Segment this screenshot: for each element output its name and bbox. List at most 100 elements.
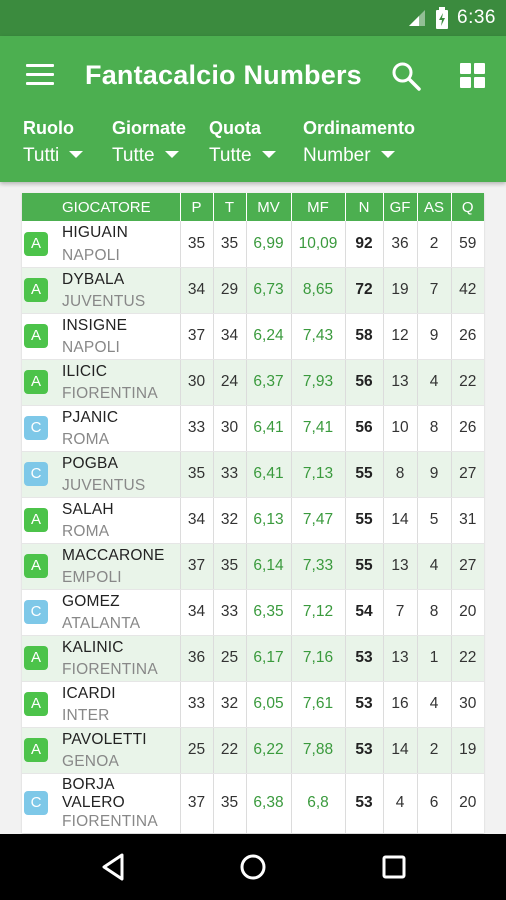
stat-mv: 6,73	[245, 267, 291, 314]
role-badge: A	[24, 646, 48, 670]
role-badge: A	[24, 370, 48, 394]
back-icon[interactable]	[98, 851, 130, 883]
table-row[interactable]: A INSIGNE NAPOLI 37 34 6,24 7,43 58 12 9 26	[22, 313, 484, 360]
stat-as: 2	[416, 727, 451, 774]
table-row[interactable]: A ICARDI INTER 33 32 6,05 7,61 53 16 4 30	[22, 681, 484, 728]
table-row[interactable]: A MACCARONE EMPOLI 37 35 6,14 7,33 55 13 4 27	[22, 543, 484, 590]
search-icon[interactable]	[390, 60, 422, 92]
stat-p: 33	[179, 681, 213, 728]
stat-as: 5	[416, 497, 451, 544]
stat-p: 37	[179, 543, 213, 590]
table-header: GIOCATORE P T MV MF N GF AS Q	[22, 193, 484, 221]
stat-mf: 7,47	[290, 497, 345, 544]
recents-icon[interactable]	[378, 851, 410, 883]
stat-q: 19	[450, 727, 484, 774]
grid-view-icon[interactable]	[460, 63, 486, 89]
home-icon[interactable]	[237, 851, 269, 883]
player-cell: A HIGUAIN NAPOLI	[22, 221, 180, 268]
filter-quota-label: Quota	[209, 118, 261, 138]
stat-mv: 6,13	[245, 497, 291, 544]
column-header-giocatore[interactable]: GIOCATORE	[22, 193, 180, 221]
role-badge: C	[24, 600, 48, 624]
stat-mf: 7,16	[290, 635, 345, 682]
filter-ordinamento[interactable]: Ordinamento Number	[303, 118, 415, 167]
column-header-q[interactable]: Q	[450, 193, 484, 221]
signal-icon	[409, 10, 426, 26]
role-badge: A	[24, 554, 48, 578]
player-name: ILICIC	[62, 362, 108, 380]
stat-mf: 7,41	[290, 405, 345, 452]
column-header-p[interactable]: P	[179, 193, 213, 221]
table-row[interactable]: A HIGUAIN NAPOLI 35 35 6,99 10,09 92 36 2 59	[22, 221, 484, 268]
stat-n: 92	[344, 221, 383, 268]
player-cell: A DYBALA JUVENTUS	[22, 267, 180, 314]
stat-n: 53	[344, 773, 383, 833]
stat-p: 35	[179, 221, 213, 268]
table-body: A HIGUAIN NAPOLI 35 35 6,99 10,09 92 36 2 59 A DYBAL…	[22, 221, 484, 833]
stat-mv: 6,41	[245, 451, 291, 498]
stat-mv: 6,17	[245, 635, 291, 682]
player-name: PAVOLETTI	[62, 730, 147, 748]
status-time: 6:36	[457, 7, 496, 28]
column-header-as[interactable]: AS	[416, 193, 451, 221]
stat-as: 7	[416, 267, 451, 314]
table-row[interactable]: A ILICIC FIORENTINA 30 24 6,37 7,93 56 13 4 22	[22, 359, 484, 406]
hamburger-menu-icon[interactable]	[26, 64, 54, 86]
stat-mv: 6,38	[245, 773, 291, 833]
stat-p: 34	[179, 589, 213, 636]
stat-t: 32	[212, 497, 246, 544]
stat-q: 27	[450, 451, 484, 498]
stat-as: 8	[416, 405, 451, 452]
filter-ruolo[interactable]: Ruolo Tutti	[23, 118, 84, 167]
table-row[interactable]: A SALAH ROMA 34 32 6,13 7,47 55 14 5 31	[22, 497, 484, 544]
stat-q: 22	[450, 635, 484, 682]
dropdown-caret-icon	[69, 151, 84, 159]
stat-p: 37	[179, 773, 213, 833]
filter-ruolo-label: Ruolo	[23, 118, 74, 138]
table-row[interactable]: C GOMEZ ATALANTA 34 33 6,35 7,12 54 7 8 20	[22, 589, 484, 636]
role-badge: A	[24, 278, 48, 302]
stat-n: 55	[344, 451, 383, 498]
table-row[interactable]: C PJANIC ROMA 33 30 6,41 7,41 56 10 8 26	[22, 405, 484, 452]
column-header-n[interactable]: N	[344, 193, 383, 221]
stat-n: 72	[344, 267, 383, 314]
role-badge: A	[24, 508, 48, 532]
stat-gf: 16	[382, 681, 417, 728]
stat-n: 55	[344, 497, 383, 544]
filter-giornate[interactable]: Giornate Tutte	[112, 118, 186, 167]
table-row[interactable]: C BORJA VALERO FIORENTINA 37 35 6,38 6,8 53 4 6 20	[22, 773, 484, 833]
stat-t: 33	[212, 589, 246, 636]
stat-mf: 7,12	[290, 589, 345, 636]
stat-gf: 14	[382, 727, 417, 774]
stat-mf: 7,61	[290, 681, 345, 728]
stat-as: 1	[416, 635, 451, 682]
player-team: INTER	[62, 706, 110, 724]
table-row[interactable]: A KALINIC FIORENTINA 36 25 6,17 7,16 53 13 1 22	[22, 635, 484, 682]
filter-quota[interactable]: Quota Tutte	[209, 118, 276, 167]
player-team: GENOA	[62, 752, 119, 770]
column-header-mf[interactable]: MF	[290, 193, 345, 221]
stat-mv: 6,05	[245, 681, 291, 728]
stat-mv: 6,35	[245, 589, 291, 636]
player-cell: A ICARDI INTER	[22, 681, 180, 728]
table-row[interactable]: C POGBA JUVENTUS 35 33 6,41 7,13 55 8 9 27	[22, 451, 484, 498]
stat-mf: 7,33	[290, 543, 345, 590]
stat-as: 4	[416, 681, 451, 728]
stat-gf: 10	[382, 405, 417, 452]
stat-mf: 8,65	[290, 267, 345, 314]
stat-t: 34	[212, 313, 246, 360]
column-header-mv[interactable]: MV	[245, 193, 291, 221]
column-header-t[interactable]: T	[212, 193, 246, 221]
player-team: FIORENTINA	[62, 660, 158, 678]
table-row[interactable]: A DYBALA JUVENTUS 34 29 6,73 8,65 72 19 7 42	[22, 267, 484, 314]
stat-q: 30	[450, 681, 484, 728]
stat-q: 26	[450, 405, 484, 452]
player-name: PJANIC	[62, 408, 119, 426]
stat-mv: 6,41	[245, 405, 291, 452]
app-bar: Fantacalcio Numbers Ruolo Tutti Giornate…	[0, 36, 506, 182]
navigation-bar	[0, 834, 506, 900]
stat-q: 27	[450, 543, 484, 590]
stat-q: 22	[450, 359, 484, 406]
column-header-gf[interactable]: GF	[382, 193, 417, 221]
table-row[interactable]: A PAVOLETTI GENOA 25 22 6,22 7,88 53 14 2 19	[22, 727, 484, 774]
